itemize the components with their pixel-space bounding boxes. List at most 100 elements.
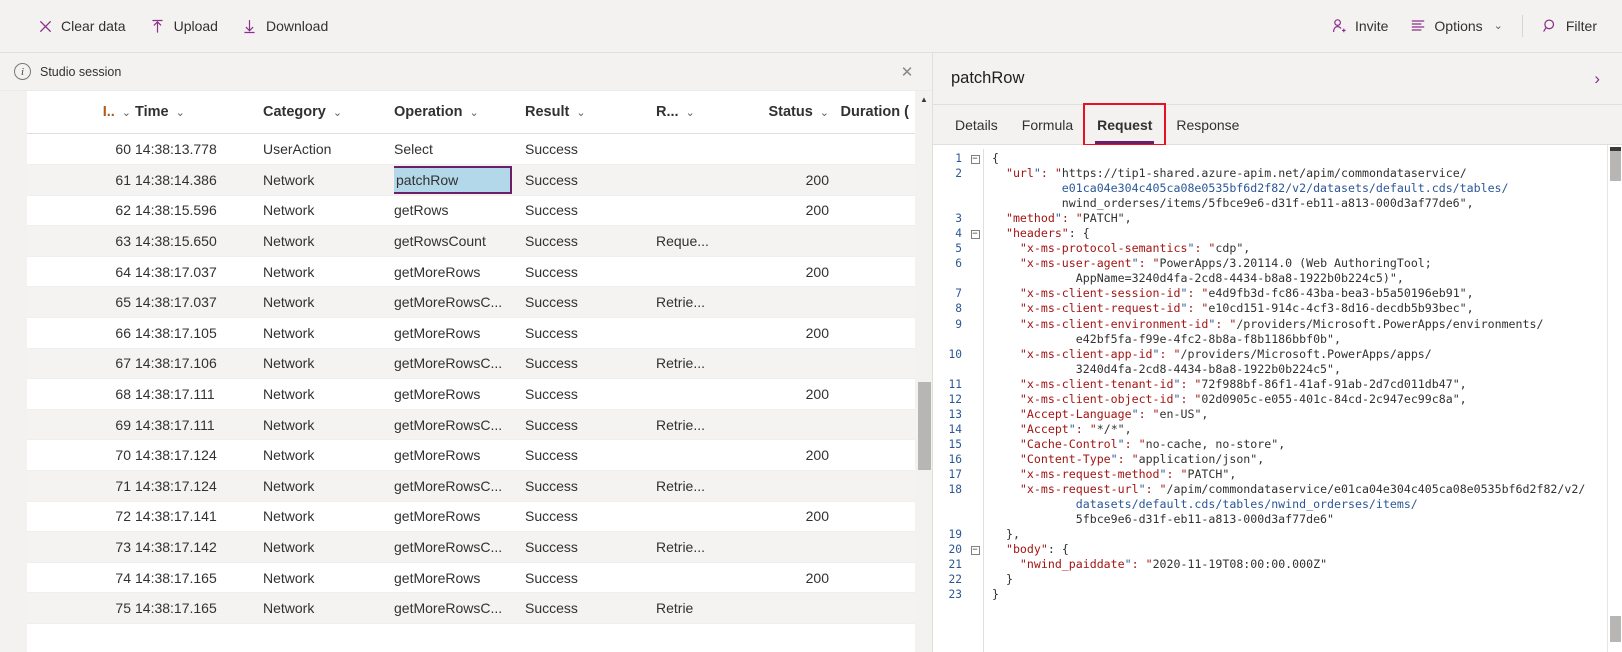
table-row[interactable]: 7314:38:17.142NetworkgetMoreRowsC...Succ…	[27, 532, 915, 563]
cell-operation[interactable]: getMoreRowsC...	[394, 287, 525, 318]
cell-status[interactable]	[730, 348, 833, 379]
cell-id[interactable]: 62	[27, 195, 135, 226]
selected-cell[interactable]: patchRow	[394, 166, 512, 194]
column-header-operation[interactable]: Operation⌄	[394, 91, 525, 133]
cell-category[interactable]: Network	[263, 195, 394, 226]
cell-duration[interactable]	[833, 532, 915, 563]
cell-operation[interactable]: getMoreRows	[394, 318, 525, 349]
collapse-icon[interactable]: −	[971, 230, 980, 239]
scrollbar-thumb-bottom[interactable]	[1610, 616, 1621, 642]
column-header-time[interactable]: Time⌄	[135, 91, 263, 133]
cell-category[interactable]: Network	[263, 348, 394, 379]
column-header-status[interactable]: Status⌄	[730, 91, 833, 133]
cell-result[interactable]: Success	[525, 134, 656, 165]
table-row[interactable]: 7514:38:17.165NetworkgetMoreRowsC...Succ…	[27, 593, 915, 624]
cell-result[interactable]: Success	[525, 379, 656, 410]
cell-operation[interactable]: getMoreRowsC...	[394, 532, 525, 563]
table-row[interactable]: 6614:38:17.105NetworkgetMoreRowsSuccess2…	[27, 318, 915, 349]
cell-id[interactable]: 67	[27, 348, 135, 379]
cell-result[interactable]: Success	[525, 440, 656, 471]
cell-r[interactable]: Retrie...	[656, 532, 730, 563]
cell-id[interactable]: 70	[27, 440, 135, 471]
table-row[interactable]: 6814:38:17.111NetworkgetMoreRowsSuccess2…	[27, 379, 915, 410]
cell-id[interactable]: 66	[27, 318, 135, 349]
cell-operation[interactable]: getMoreRows	[394, 501, 525, 532]
cell-r[interactable]: Retrie...	[656, 471, 730, 502]
collapse-icon[interactable]: −	[971, 155, 980, 164]
cell-id[interactable]: 64	[27, 256, 135, 287]
cell-status[interactable]	[730, 134, 833, 165]
cell-operation[interactable]: getMoreRowsC...	[394, 348, 525, 379]
cell-duration[interactable]	[833, 287, 915, 318]
cell-duration[interactable]	[833, 593, 915, 624]
grid-vertical-scrollbar[interactable]: ▲	[915, 91, 932, 652]
upload-button[interactable]: Upload	[139, 8, 229, 44]
cell-operation[interactable]: getMoreRowsC...	[394, 471, 525, 502]
cell-duration[interactable]	[833, 379, 915, 410]
cell-category[interactable]: Network	[263, 440, 394, 471]
cell-duration[interactable]	[833, 562, 915, 593]
download-button[interactable]: Download	[231, 8, 339, 44]
cell-time[interactable]: 14:38:17.105	[135, 318, 263, 349]
cell-time[interactable]: 14:38:17.037	[135, 256, 263, 287]
cell-status[interactable]: 200	[730, 440, 833, 471]
cell-category[interactable]: Network	[263, 562, 394, 593]
cell-r[interactable]	[656, 562, 730, 593]
table-row[interactable]: 6314:38:15.650NetworkgetRowsCountSuccess…	[27, 226, 915, 257]
cell-operation[interactable]: getMoreRowsC...	[394, 409, 525, 440]
cell-category[interactable]: Network	[263, 287, 394, 318]
cell-id[interactable]: 72	[27, 501, 135, 532]
cell-status[interactable]	[730, 471, 833, 502]
cell-time[interactable]: 14:38:13.778	[135, 134, 263, 165]
cell-id[interactable]: 74	[27, 562, 135, 593]
cell-r[interactable]	[656, 440, 730, 471]
tab-details[interactable]: Details	[943, 105, 1010, 144]
table-row[interactable]: 7214:38:17.141NetworkgetMoreRowsSuccess2…	[27, 501, 915, 532]
cell-id[interactable]: 60	[27, 134, 135, 165]
cell-time[interactable]: 14:38:14.386	[135, 165, 263, 196]
cell-operation[interactable]: getRowsCount	[394, 226, 525, 257]
cell-status[interactable]: 200	[730, 256, 833, 287]
cell-r[interactable]: Retrie...	[656, 287, 730, 318]
cell-time[interactable]: 14:38:17.124	[135, 440, 263, 471]
cell-r[interactable]	[656, 318, 730, 349]
cell-operation[interactable]: getMoreRows	[394, 562, 525, 593]
table-row[interactable]: 6214:38:15.596NetworkgetRowsSuccess200	[27, 195, 915, 226]
cell-time[interactable]: 14:38:17.165	[135, 593, 263, 624]
cell-result[interactable]: Success	[525, 562, 656, 593]
cell-id[interactable]: 63	[27, 226, 135, 257]
cell-category[interactable]: Network	[263, 318, 394, 349]
cell-r[interactable]	[656, 379, 730, 410]
cell-time[interactable]: 14:38:17.141	[135, 501, 263, 532]
cell-r[interactable]: Retrie...	[656, 409, 730, 440]
cell-status[interactable]: 200	[730, 562, 833, 593]
cell-id[interactable]: 71	[27, 471, 135, 502]
column-header-id[interactable]: I..⌄	[27, 91, 135, 133]
cell-time[interactable]: 14:38:15.596	[135, 195, 263, 226]
request-code-viewer[interactable]: 1234567891011121314151617181920212223 −−…	[933, 145, 1622, 652]
cell-status[interactable]: 200	[730, 379, 833, 410]
cell-operation[interactable]: getMoreRows	[394, 256, 525, 287]
invite-button[interactable]: Invite	[1320, 8, 1399, 44]
cell-r[interactable]	[656, 165, 730, 196]
cell-duration[interactable]	[833, 409, 915, 440]
cell-time[interactable]: 14:38:17.142	[135, 532, 263, 563]
column-header-result[interactable]: Result⌄	[525, 91, 656, 133]
code-vertical-scrollbar[interactable]	[1607, 145, 1622, 652]
column-header-duration[interactable]: Duration (	[833, 91, 915, 133]
column-header-category[interactable]: Category⌄	[263, 91, 394, 133]
cell-category[interactable]: UserAction	[263, 134, 394, 165]
cell-duration[interactable]	[833, 501, 915, 532]
code-content[interactable]: { "url": "https://tip1-shared.azure-apim…	[984, 145, 1607, 652]
cell-category[interactable]: Network	[263, 501, 394, 532]
table-row[interactable]: 7014:38:17.124NetworkgetMoreRowsSuccess2…	[27, 440, 915, 471]
column-header-r[interactable]: R...⌄	[656, 91, 730, 133]
table-row[interactable]: 6514:38:17.037NetworkgetMoreRowsC...Succ…	[27, 287, 915, 318]
cell-result[interactable]: Success	[525, 471, 656, 502]
cell-status[interactable]: 200	[730, 501, 833, 532]
cell-category[interactable]: Network	[263, 379, 394, 410]
cell-r[interactable]	[656, 134, 730, 165]
filter-button[interactable]: Filter	[1531, 8, 1608, 44]
cell-status[interactable]	[730, 287, 833, 318]
cell-operation[interactable]: patchRow	[394, 165, 525, 196]
